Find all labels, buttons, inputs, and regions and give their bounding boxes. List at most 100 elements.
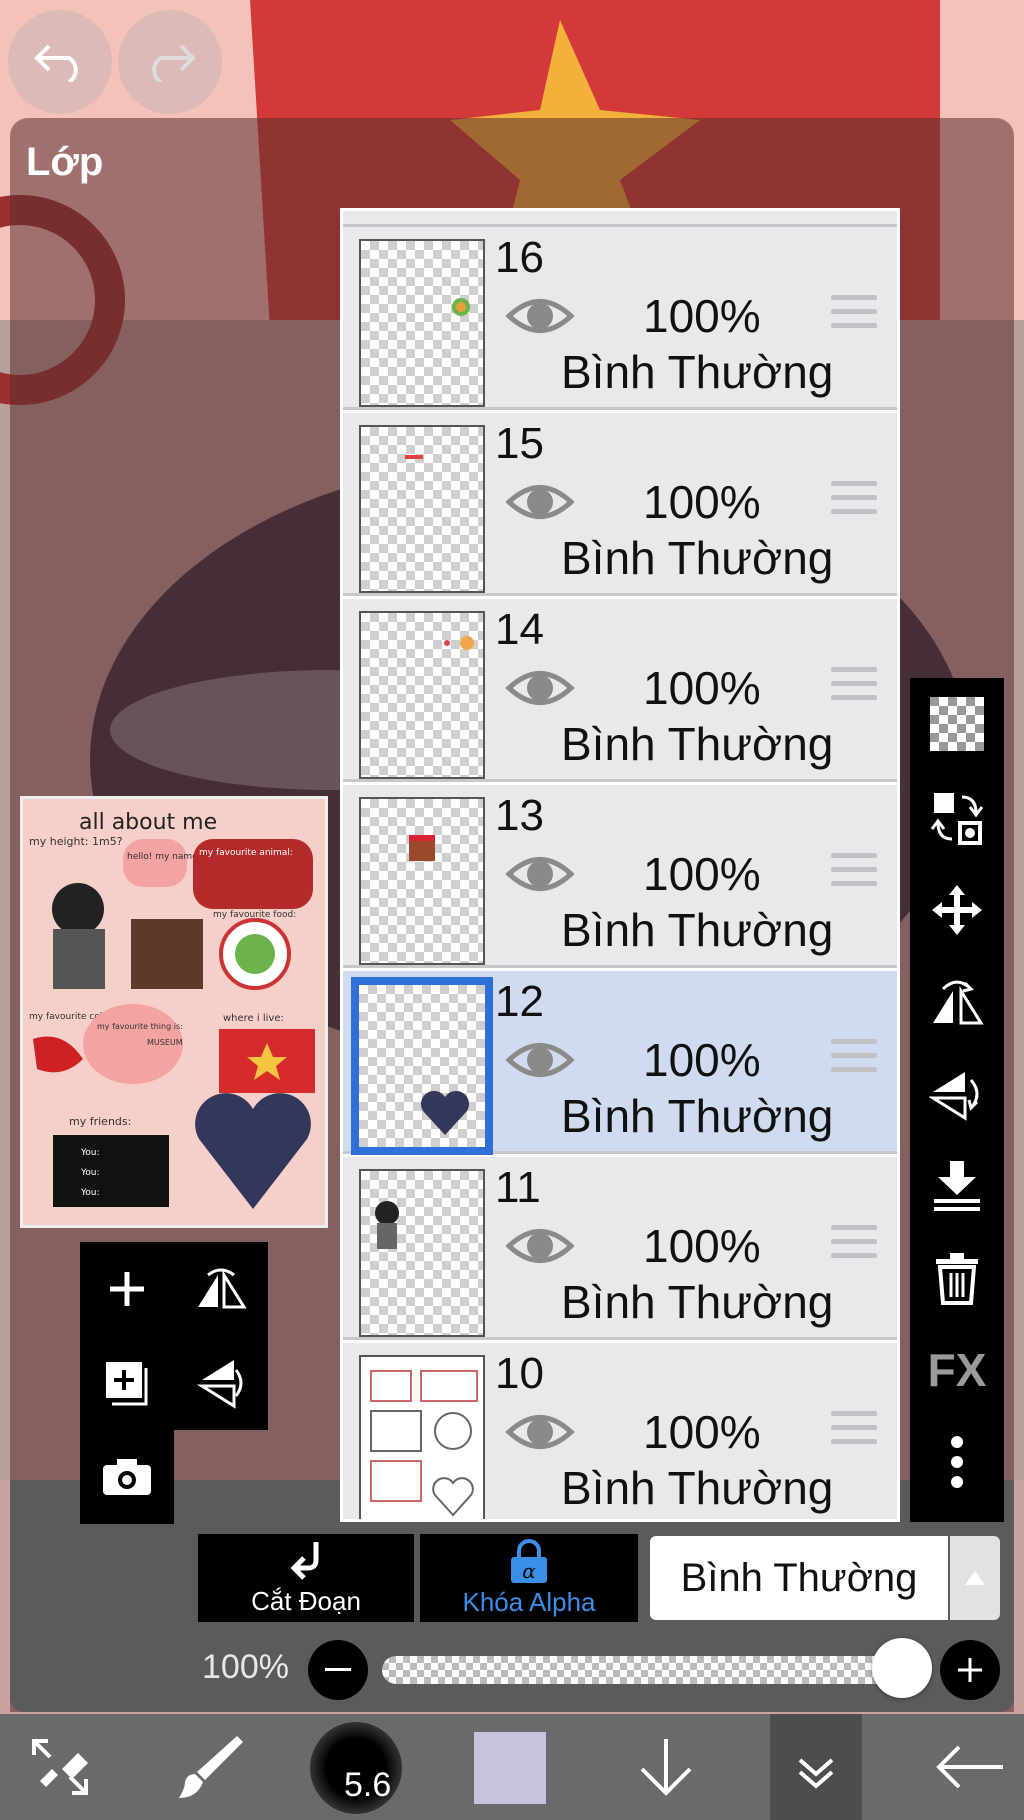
layer-opacity: 100% xyxy=(643,848,761,900)
flip-layer-horizontal-button[interactable] xyxy=(174,1242,268,1336)
add-layer-button[interactable] xyxy=(80,1242,174,1336)
back-button[interactable] xyxy=(920,1714,1020,1820)
layer-thumbnail[interactable] xyxy=(359,239,485,407)
layer-opacity: 100% xyxy=(643,476,761,528)
opacity-slider[interactable] xyxy=(382,1656,902,1684)
import-photo-button[interactable] xyxy=(80,1430,174,1524)
brush-icon xyxy=(179,1736,243,1798)
layer-row[interactable]: 10 100% Bình Thường xyxy=(343,1343,897,1519)
layer-number: 10 xyxy=(495,1349,544,1398)
preview-you-2: You: xyxy=(80,1168,100,1178)
layer-number: 12 xyxy=(495,977,544,1026)
drag-handle-icon[interactable] xyxy=(831,667,877,707)
more-icon xyxy=(951,1436,963,1488)
alpha-lock-button[interactable]: α Khóa Alpha xyxy=(420,1534,638,1622)
flip-layer-vertical-button[interactable] xyxy=(174,1336,268,1430)
drag-handle-icon[interactable] xyxy=(831,1225,877,1265)
delete-layer-button[interactable] xyxy=(910,1232,1004,1324)
clipping-button[interactable]: Cắt Đoạn xyxy=(198,1534,414,1622)
svg-text:α: α xyxy=(522,1559,536,1583)
arrow-down-icon xyxy=(640,1739,692,1796)
double-chevron-icon xyxy=(798,1758,834,1789)
layer-opacity: 100% xyxy=(643,1406,761,1458)
layer-thumbnail[interactable] xyxy=(351,977,493,1155)
transparency-button[interactable] xyxy=(910,678,1004,770)
eye-icon xyxy=(505,671,575,705)
panel-title: Lớp xyxy=(26,140,104,184)
transfer-layer-button[interactable] xyxy=(910,772,1004,864)
layer-row[interactable]: 13 100% Bình Thường xyxy=(343,785,897,968)
brush-size-value: 5.6 xyxy=(344,1766,392,1804)
preview-you-3: You: xyxy=(80,1188,100,1198)
eye-icon xyxy=(505,1043,575,1077)
drag-handle-icon[interactable] xyxy=(831,481,877,521)
layers-panel-button[interactable] xyxy=(770,1714,862,1820)
trash-icon xyxy=(936,1253,978,1305)
layer-row[interactable]: 11 100% Bình Thường xyxy=(343,1157,897,1340)
move-down-button[interactable] xyxy=(616,1714,716,1820)
canvas-preview[interactable]: all about me my height: 1m5? hello! my n… xyxy=(20,796,328,1228)
visibility-toggle[interactable] xyxy=(505,281,575,351)
layer-thumbnail[interactable] xyxy=(359,797,485,965)
layer-list[interactable]: 16 100% Bình Thường 15 100% Bình Thường … xyxy=(340,208,900,1522)
brush-tool-button[interactable] xyxy=(160,1714,260,1820)
layer-blend-mode: Bình Thường xyxy=(561,532,834,584)
layer-thumbnail[interactable] xyxy=(359,611,485,779)
visibility-toggle[interactable] xyxy=(505,653,575,723)
blend-mode-dropdown-button[interactable] xyxy=(950,1536,1000,1620)
eye-icon xyxy=(505,1229,575,1263)
visibility-toggle[interactable] xyxy=(505,1397,575,1467)
chevron-up-icon xyxy=(965,1571,985,1585)
opacity-slider-handle[interactable] xyxy=(872,1638,932,1698)
plus-icon xyxy=(958,1658,982,1682)
layer-row[interactable]: 14 100% Bình Thường xyxy=(343,599,897,782)
preview-animal-label: my favourite animal: xyxy=(199,848,293,858)
layer-number: 16 xyxy=(495,233,544,282)
transform-tool-icon xyxy=(32,1739,88,1795)
layer-thumbnail[interactable] xyxy=(359,1169,485,1337)
alpha-lock-label: Khóa Alpha xyxy=(462,1586,596,1617)
color-swatch[interactable] xyxy=(474,1732,546,1804)
drag-handle-icon[interactable] xyxy=(831,295,877,335)
layer-number: 13 xyxy=(495,791,544,840)
visibility-toggle[interactable] xyxy=(505,839,575,909)
redo-button[interactable] xyxy=(118,10,222,114)
layer-row[interactable]: 16 100% Bình Thường xyxy=(343,227,897,410)
blend-mode-select[interactable]: Bình Thường xyxy=(650,1536,948,1620)
more-options-button[interactable] xyxy=(910,1416,1004,1508)
lock-icon: α xyxy=(511,1538,547,1583)
move-icon xyxy=(932,885,982,935)
transfer-icon xyxy=(930,793,984,845)
layer-thumbnail[interactable] xyxy=(359,425,485,593)
transform-tool-button[interactable] xyxy=(10,1714,110,1820)
layer-row[interactable]: 15 100% Bình Thường xyxy=(343,413,897,596)
layer-thumbnail[interactable] xyxy=(359,1355,485,1519)
visibility-toggle[interactable] xyxy=(505,467,575,537)
transparency-icon xyxy=(930,697,984,751)
flip-vertical-icon xyxy=(196,1360,243,1409)
layer-opacity: 100% xyxy=(643,290,761,342)
merge-down-button[interactable] xyxy=(910,1140,1004,1232)
drag-handle-icon[interactable] xyxy=(831,1411,877,1451)
layer-opacity: 100% xyxy=(643,1220,761,1272)
back-arrow-icon xyxy=(936,1745,1003,1789)
layer-row[interactable]: 12 100% Bình Thường xyxy=(343,971,897,1155)
visibility-toggle[interactable] xyxy=(505,1025,575,1095)
camera-icon xyxy=(103,1459,151,1495)
flip-horizontal-button[interactable] xyxy=(910,956,1004,1048)
fx-button[interactable]: FX xyxy=(910,1324,1004,1416)
drag-handle-icon[interactable] xyxy=(831,1039,877,1079)
undo-button[interactable] xyxy=(8,10,112,114)
layer-blend-mode: Bình Thường xyxy=(561,1462,834,1514)
clipping-label: Cắt Đoạn xyxy=(251,1585,361,1616)
flip-vertical-button[interactable] xyxy=(910,1048,1004,1140)
opacity-decrease-button[interactable] xyxy=(308,1640,368,1700)
layer-opacity: 100% xyxy=(643,1034,761,1086)
duplicate-layer-button[interactable] xyxy=(80,1336,174,1430)
move-layer-button[interactable] xyxy=(910,864,1004,956)
visibility-toggle[interactable] xyxy=(505,1211,575,1281)
layer-blend-mode: Bình Thường xyxy=(561,346,834,398)
layer-blend-mode: Bình Thường xyxy=(561,718,834,770)
drag-handle-icon[interactable] xyxy=(831,853,877,893)
opacity-increase-button[interactable] xyxy=(940,1640,1000,1700)
